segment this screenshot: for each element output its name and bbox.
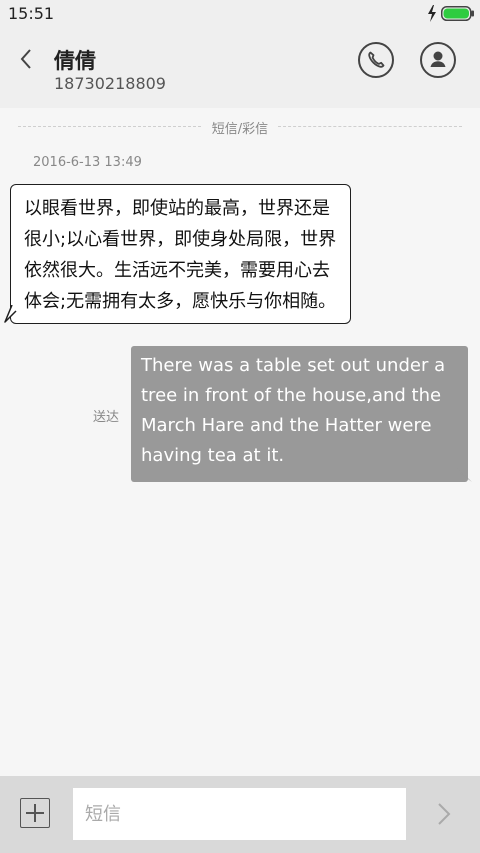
outgoing-message-bubble[interactable]: There was a table set out under a tree i… xyxy=(131,346,468,482)
composer-bar xyxy=(0,776,480,853)
message-line: tree in front of the house,and the xyxy=(141,385,442,406)
message-input[interactable] xyxy=(73,788,406,840)
message-line: There was a table set out under a xyxy=(141,355,446,376)
contact-button[interactable] xyxy=(420,42,456,78)
divider-line-right xyxy=(278,126,462,127)
incoming-message-bubble[interactable]: 以眼看世界，即使站的最高，世界还是 很小;以心看世界，即使身处局限，世界 依然很… xyxy=(10,184,351,324)
message-line: having tea at it. xyxy=(141,445,285,466)
incoming-bubble-tail xyxy=(4,305,17,323)
message-line: 体会;无需拥有太多，愿快乐与你相随。 xyxy=(24,291,337,312)
contact-name: 倩倩 xyxy=(54,49,96,73)
status-bar: 15:51 xyxy=(0,0,480,28)
message-line: 依然很大。生活远不完美，需要用心去 xyxy=(24,260,330,281)
message-line: March Hare and the Hatter were xyxy=(141,415,432,436)
phone-icon xyxy=(368,51,385,68)
message-line: 很小;以心看世界，即使身处局限，世界 xyxy=(24,229,337,250)
conversation-header: 倩倩 18730218809 xyxy=(0,28,480,108)
chevron-left-icon[interactable] xyxy=(12,46,42,72)
message-type-divider: 短信/彩信 xyxy=(211,118,269,137)
message-line: 以眼看世界，即使站的最高，世界还是 xyxy=(24,198,330,219)
divider-line-left xyxy=(18,126,201,127)
delivery-status: 送达 xyxy=(93,410,120,425)
battery-icon xyxy=(441,6,474,21)
add-attachment-button[interactable] xyxy=(20,798,50,828)
outgoing-bubble-tail xyxy=(456,467,472,482)
contact-number: 18730218809 xyxy=(54,74,166,93)
message-timestamp: 2016-6-13 13:49 xyxy=(33,155,142,170)
call-button[interactable] xyxy=(358,42,394,78)
bolt-icon xyxy=(428,5,436,22)
status-time: 15:51 xyxy=(8,4,55,23)
chevron-right-icon[interactable] xyxy=(432,800,456,828)
person-icon xyxy=(430,51,446,67)
